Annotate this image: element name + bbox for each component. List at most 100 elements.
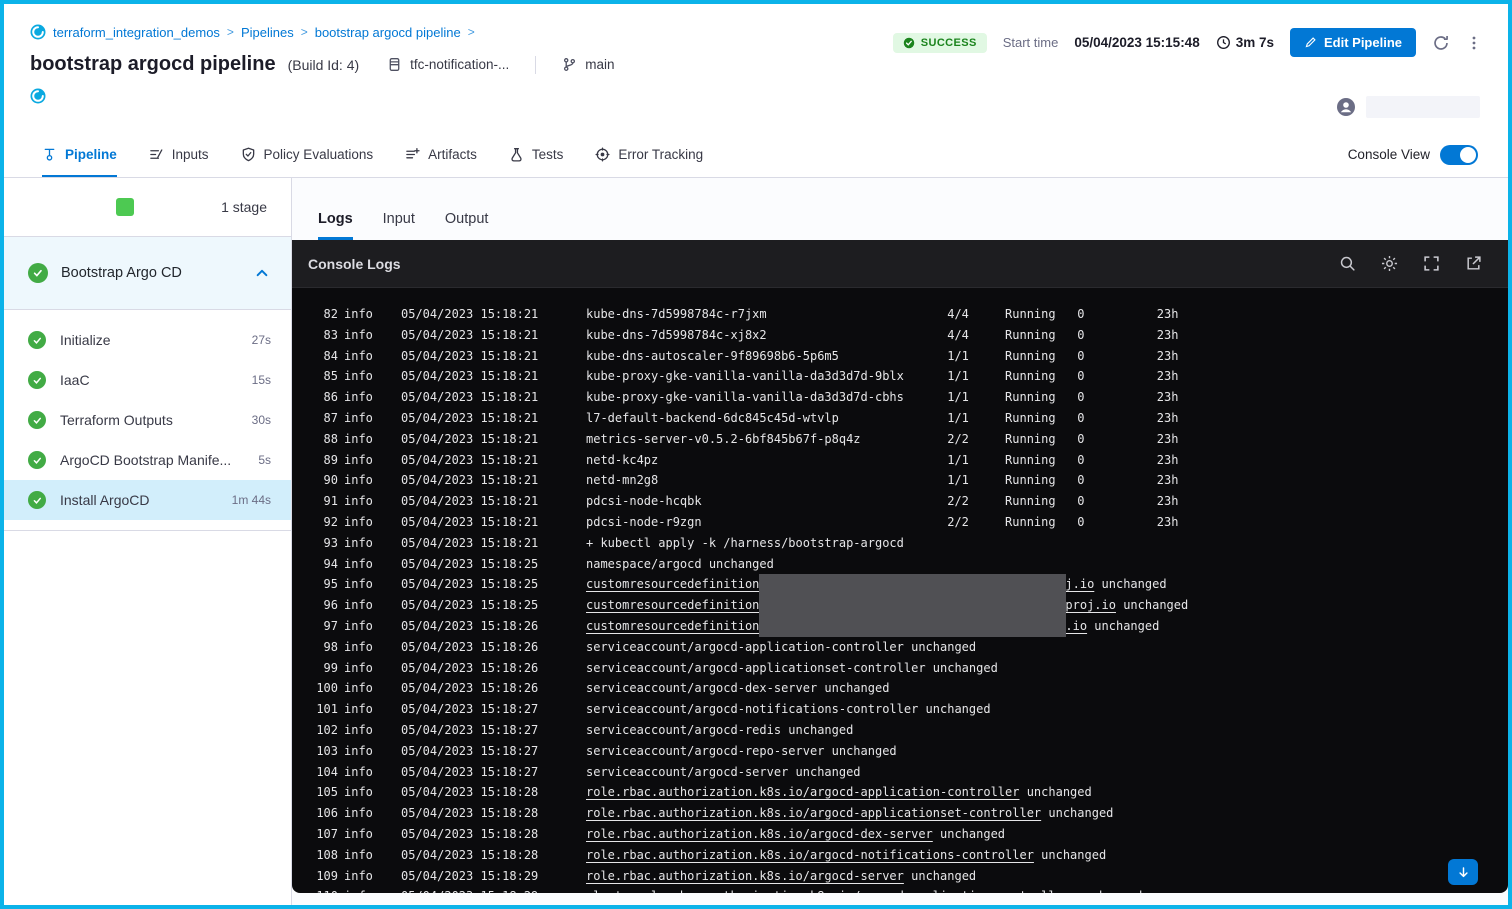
log-timestamp: 05/04/2023 15:18:21	[401, 470, 549, 491]
status-badge: SUCCESS	[893, 33, 987, 53]
gear-icon[interactable]	[1381, 255, 1398, 272]
tab-artifacts[interactable]: Artifacts	[405, 132, 477, 177]
log-line: 107info05/04/2023 15:18:28role.rbac.auth…	[308, 824, 1508, 845]
log-level: info	[344, 720, 394, 741]
refresh-icon[interactable]	[1432, 34, 1450, 52]
log-line-number: 107	[308, 824, 338, 845]
tab-label: Error Tracking	[618, 147, 703, 162]
log-line-number: 104	[308, 762, 338, 783]
step-item[interactable]: IaaC15s	[4, 360, 291, 400]
log-line-number: 91	[308, 491, 338, 512]
log-message: + kubectl apply -k /harness/bootstrap-ar…	[586, 533, 904, 554]
stage-name: Bootstrap Argo CD	[61, 265, 255, 281]
fullscreen-icon[interactable]	[1423, 255, 1440, 272]
log-message: role.rbac.authorization.k8s.io/argocd-no…	[586, 845, 1106, 866]
log-timestamp: 05/04/2023 15:18:29	[401, 866, 549, 887]
log-panel: Logs Input Output Console Logs	[292, 178, 1508, 905]
log-tab-output[interactable]: Output	[445, 211, 489, 240]
log-line-number: 101	[308, 699, 338, 720]
log-tab-input[interactable]: Input	[383, 211, 415, 240]
log-text: unchanged	[1019, 785, 1091, 799]
clock-icon	[1216, 35, 1231, 50]
log-link[interactable]: j.io	[1065, 577, 1094, 591]
log-timestamp: 05/04/2023 15:18:26	[401, 616, 549, 637]
log-link[interactable]: role.rbac.authorization.k8s.io/argocd-ap…	[586, 785, 1019, 799]
edit-pipeline-button[interactable]: Edit Pipeline	[1290, 28, 1416, 57]
log-timestamp: 05/04/2023 15:18:25	[401, 554, 549, 575]
step-item[interactable]: Install ArgoCD1m 44s	[4, 480, 291, 520]
step-name: ArgoCD Bootstrap Manife...	[60, 452, 250, 468]
divider	[535, 56, 536, 74]
log-message: serviceaccount/argocd-dex-server unchang…	[586, 678, 889, 699]
log-text: netd-mn2g8 1/1 Running 0 23h	[586, 473, 1178, 487]
log-line-number: 110	[308, 886, 338, 893]
log-message: kube-dns-autoscaler-9f89698b6-5p6m5 1/1 …	[586, 346, 1178, 367]
log-level: info	[344, 554, 394, 575]
more-options-kebab-icon[interactable]	[1466, 35, 1482, 51]
tab-tests[interactable]: Tests	[509, 132, 564, 177]
tab-pipeline[interactable]: Pipeline	[42, 132, 117, 177]
log-link[interactable]: role.rbac.authorization.k8s.io/argocd-se…	[586, 869, 904, 883]
step-item[interactable]: Terraform Outputs30s	[4, 400, 291, 440]
stage-status-square-icon	[116, 198, 134, 216]
log-level: info	[344, 450, 394, 471]
log-link[interactable]: role.rbac.authorization.k8s.io/argocd-ap…	[586, 806, 1041, 820]
chevron-up-icon[interactable]	[255, 266, 269, 280]
breadcrumb-pipeline[interactable]: bootstrap argocd pipeline	[315, 25, 461, 40]
search-icon[interactable]	[1339, 255, 1356, 272]
log-line: 84info05/04/2023 15:18:21kube-dns-autosc…	[308, 346, 1508, 367]
step-item[interactable]: ArgoCD Bootstrap Manife...5s	[4, 440, 291, 480]
log-message: kube-proxy-gke-vanilla-vanilla-da3d3d7d-…	[586, 366, 1178, 387]
step-duration: 30s	[252, 413, 271, 427]
artifacts-icon	[405, 147, 420, 162]
success-check-icon	[28, 263, 48, 283]
breadcrumb-separator: >	[301, 25, 308, 39]
step-duration: 27s	[252, 333, 271, 347]
log-link[interactable]: .io	[1065, 619, 1087, 633]
log-message: pdcsi-node-r9zgn 2/2 Running 0 23h	[586, 512, 1178, 533]
success-check-icon	[28, 371, 46, 389]
log-message: netd-mn2g8 1/1 Running 0 23h	[586, 470, 1178, 491]
log-link[interactable]: customresourcedefinition	[586, 598, 759, 612]
stage-row-bootstrap-argo-cd[interactable]: Bootstrap Argo CD	[4, 237, 291, 310]
log-line: 104info05/04/2023 15:18:27serviceaccount…	[308, 762, 1508, 783]
step-item[interactable]: Initialize27s	[4, 320, 291, 360]
log-text: kube-proxy-gke-vanilla-vanilla-da3d3d7d-…	[586, 369, 1178, 383]
log-line: 100info05/04/2023 15:18:26serviceaccount…	[308, 678, 1508, 699]
tab-inputs[interactable]: Inputs	[149, 132, 209, 177]
log-text: unchanged	[1087, 619, 1159, 633]
tab-error[interactable]: Error Tracking	[595, 132, 703, 177]
tab-label: Tests	[532, 147, 564, 162]
log-line: 94info05/04/2023 15:18:25namespace/argoc…	[308, 554, 1508, 575]
log-line: 99info05/04/2023 15:18:26serviceaccount/…	[308, 658, 1508, 679]
scroll-to-bottom-button[interactable]	[1448, 859, 1478, 885]
open-in-new-icon[interactable]	[1465, 255, 1482, 272]
log-timestamp: 05/04/2023 15:18:27	[401, 741, 549, 762]
pipeline-icon	[42, 147, 57, 162]
tab-policy[interactable]: Policy Evaluations	[241, 132, 374, 177]
log-timestamp: 05/04/2023 15:18:21	[401, 533, 549, 554]
log-line: 101info05/04/2023 15:18:27serviceaccount…	[308, 699, 1508, 720]
breadcrumb-pipelines[interactable]: Pipelines	[241, 25, 294, 40]
log-line-number: 99	[308, 658, 338, 679]
log-timestamp: 05/04/2023 15:18:21	[401, 304, 549, 325]
log-link[interactable]: role.rbac.authorization.k8s.io/argocd-no…	[586, 848, 1034, 862]
console-logs-panel: Console Logs	[292, 240, 1508, 893]
user-avatar-icon[interactable]	[1336, 97, 1356, 117]
log-link[interactable]: proj.io	[1065, 598, 1116, 612]
console-view-toggle[interactable]	[1440, 145, 1478, 165]
duration-label: 3m 7s	[1216, 35, 1274, 50]
log-link[interactable]: customresourcedefinition	[586, 619, 759, 633]
repo-label: tfc-notification-...	[387, 57, 509, 72]
log-line-number: 96	[308, 595, 338, 616]
log-line: 82info05/04/2023 15:18:21kube-dns-7d5998…	[308, 304, 1508, 325]
log-line-number: 90	[308, 470, 338, 491]
log-line-number: 87	[308, 408, 338, 429]
log-tab-logs[interactable]: Logs	[318, 211, 353, 240]
log-link[interactable]: customresourcedefinition	[586, 577, 759, 591]
breadcrumb-project[interactable]: terraform_integration_demos	[53, 25, 220, 40]
log-timestamp: 05/04/2023 15:18:21	[401, 429, 549, 450]
log-link[interactable]: role.rbac.authorization.k8s.io/argocd-de…	[586, 827, 933, 841]
tests-flask-icon	[509, 147, 524, 162]
log-line-number: 108	[308, 845, 338, 866]
